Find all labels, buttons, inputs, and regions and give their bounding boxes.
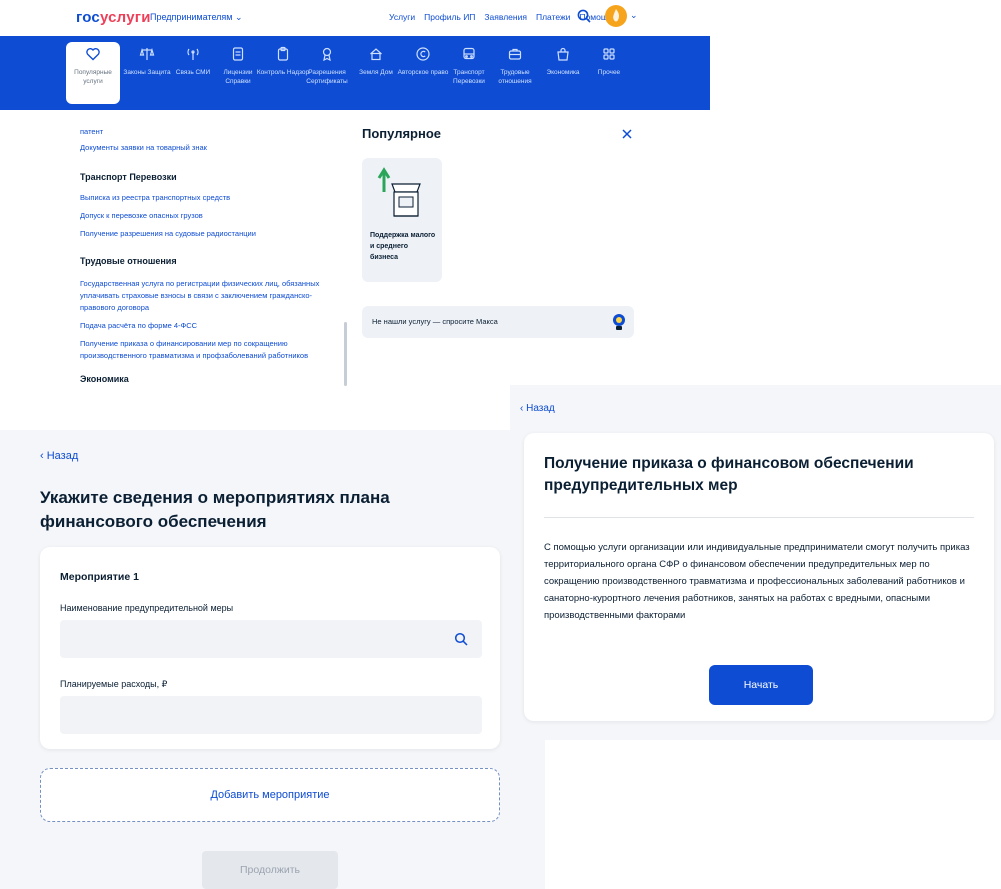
grid-icon (603, 48, 615, 60)
popular-card-business-support[interactable]: Поддержка малого и среднего бизнеса (362, 158, 442, 282)
service-link[interactable]: Государственная услуга по регистрации фи… (80, 278, 340, 314)
certificate-icon (322, 47, 332, 62)
bus-icon (463, 47, 475, 60)
scrollbar[interactable] (344, 322, 347, 386)
copyright-icon (416, 47, 430, 61)
briefcase-icon (508, 48, 522, 60)
section-title-transport: Транспорт Перевозки (80, 172, 177, 182)
continue-button[interactable]: Продолжить (202, 851, 338, 889)
category-nav: Популярные услуги Законы Защита Связь СМ… (0, 36, 710, 110)
top-bar: госуслуги Предпринимателям ⌄ Услуги Проф… (0, 0, 710, 36)
chevron-down-icon[interactable]: ⌄ (630, 10, 638, 21)
measure-title: Мероприятие 1 (60, 571, 139, 583)
planned-expenses-label: Планируемые расходы, ₽ (60, 679, 168, 689)
lightbulb-icon (613, 314, 625, 330)
service-description: С помощью услуги организации или индивид… (544, 542, 970, 621)
back-link[interactable]: ‹ Назад (40, 450, 78, 462)
measures-form-panel: ‹ Назад Укажите сведения о мероприятиях … (0, 430, 545, 889)
heart-icon (86, 47, 100, 61)
planned-expenses-input[interactable] (60, 696, 482, 734)
service-list: патент Документы заявки на товарный знак… (80, 126, 340, 384)
start-button[interactable]: Начать (709, 665, 813, 705)
popular-title: Популярное (362, 126, 442, 141)
ask-assistant-bar[interactable]: Не нашли услугу — спросите Макса (362, 306, 634, 338)
category-land[interactable]: Земля Дом (349, 42, 403, 104)
entity-selector[interactable]: Предпринимателям ⌄ (150, 12, 243, 23)
measure-card: Мероприятие 1 Наименование предупредител… (40, 547, 500, 749)
clipboard-icon (277, 46, 289, 61)
service-link[interactable]: Документы заявки на товарный знак (80, 142, 340, 154)
service-link[interactable]: патент (80, 126, 340, 138)
category-labor[interactable]: Трудовые отношения (488, 42, 542, 104)
search-icon[interactable] (576, 8, 592, 24)
add-measure-button[interactable]: Добавить мероприятие (40, 768, 500, 822)
scales-icon (139, 47, 155, 60)
measure-name-input[interactable] (60, 620, 482, 658)
house-icon (370, 48, 382, 61)
measure-name-label: Наименование предупредительной меры (60, 603, 234, 613)
divider (544, 517, 974, 518)
service-info-panel: ‹ Назад Получение приказа о финансовом о… (510, 385, 1001, 740)
close-icon[interactable] (620, 127, 634, 141)
category-permits[interactable]: Разрешения Сертификаты (300, 42, 354, 104)
service-card: Получение приказа о финансовом обеспечен… (524, 433, 994, 721)
back-link[interactable]: ‹ Назад (520, 403, 555, 414)
avatar[interactable] (605, 5, 627, 27)
service-link[interactable]: Получение разрешения на судовые радиоста… (80, 228, 340, 240)
category-popular[interactable]: Популярные услуги (66, 42, 120, 104)
nav-services[interactable]: Услуги (389, 12, 415, 22)
section-title-labor: Трудовые отношения (80, 256, 177, 266)
antenna-icon (187, 48, 199, 60)
nav-profile[interactable]: Профиль ИП (424, 12, 475, 22)
section-title-economy: Экономика (80, 374, 129, 384)
document-icon (232, 47, 244, 61)
bag-icon (557, 47, 569, 61)
page-title: Укажите сведения о мероприятиях плана фи… (40, 488, 390, 531)
service-title: Получение приказа о финансовом обеспечен… (544, 455, 914, 494)
logo[interactable]: госуслуги (76, 9, 151, 26)
catalog-panel: госуслуги Предпринимателям ⌄ Услуги Проф… (0, 0, 710, 430)
service-link[interactable]: Получение приказа о финансировании мер п… (80, 338, 340, 362)
service-link[interactable]: Подача расчёта по форме 4-ФСС (80, 320, 340, 332)
category-other[interactable]: Прочее (582, 42, 636, 104)
nav-payments[interactable]: Платежи (536, 12, 570, 22)
service-link[interactable]: Допуск к перевозке опасных грузов (80, 210, 340, 222)
search-icon[interactable] (454, 632, 468, 646)
service-link[interactable]: Выписка из реестра транспортных средств (80, 192, 340, 204)
kiosk-icon (377, 167, 421, 217)
nav-applications[interactable]: Заявления (484, 12, 527, 22)
